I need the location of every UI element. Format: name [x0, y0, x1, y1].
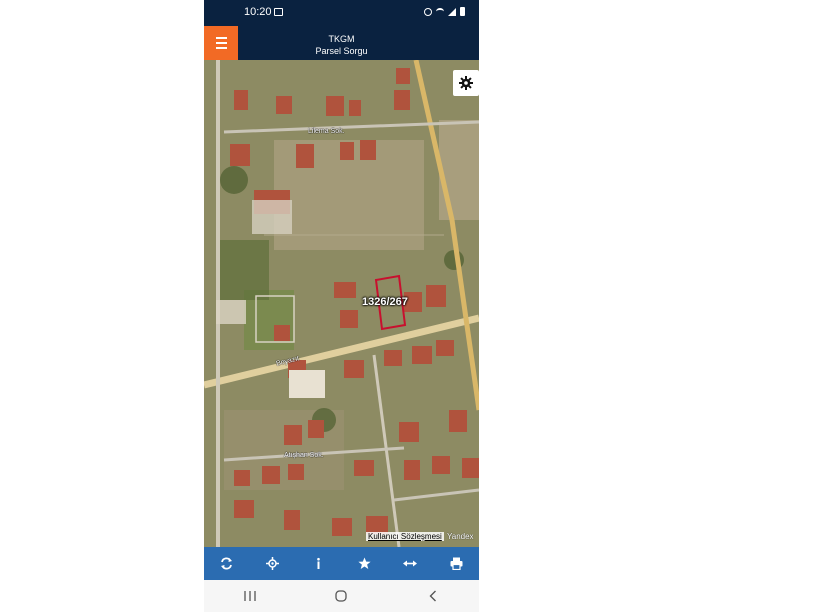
printer-icon	[450, 557, 463, 570]
bottom-toolbar	[204, 547, 479, 580]
measure-button[interactable]	[397, 551, 423, 577]
map-view[interactable]: Lilema Sok. Boyazıt Atışhan Sok. 1326/26…	[204, 60, 479, 547]
refresh-button[interactable]	[214, 551, 240, 577]
star-icon	[358, 557, 371, 569]
system-nav-bar	[204, 580, 479, 612]
app-subtitle: Parsel Sorgu	[315, 46, 368, 56]
status-bar: 10:20	[204, 0, 479, 26]
recents-icon	[244, 591, 256, 601]
terms-of-use-link[interactable]: Kullanıcı Sözleşmesi	[366, 532, 444, 541]
parcel-number-label: 1326/267	[362, 296, 408, 308]
app-header: TKGM Parsel Sorgu	[204, 26, 479, 60]
refresh-icon	[221, 557, 233, 570]
image-icon	[274, 8, 283, 16]
street-label: Atışhan Sok.	[284, 452, 324, 459]
home-icon	[335, 590, 348, 602]
status-time: 10:20	[244, 6, 272, 18]
battery-icon	[460, 7, 465, 16]
crosshair-icon	[266, 557, 280, 570]
map-settings-button[interactable]	[453, 70, 479, 96]
signal-icon	[448, 7, 456, 16]
favorites-button[interactable]	[351, 551, 377, 577]
street-label: Lilema Sok.	[308, 128, 345, 135]
info-icon	[317, 557, 320, 569]
measure-arrows-icon	[403, 560, 418, 567]
locate-button[interactable]	[260, 551, 286, 577]
alarm-icon	[424, 7, 432, 16]
back-button[interactable]	[413, 583, 453, 609]
home-button[interactable]	[321, 583, 361, 609]
status-icons	[424, 7, 465, 16]
info-button[interactable]	[306, 551, 332, 577]
back-icon	[429, 590, 437, 602]
app-title: TKGM	[328, 34, 355, 44]
map-provider-label: Yandex	[447, 532, 474, 541]
recents-button[interactable]	[230, 583, 270, 609]
gear-icon	[459, 76, 473, 90]
wifi-icon	[436, 8, 444, 15]
phone-screen: 10:20 TKGM Parsel Sorgu Lilema Sok. Boya…	[204, 0, 479, 612]
print-button[interactable]	[443, 551, 469, 577]
